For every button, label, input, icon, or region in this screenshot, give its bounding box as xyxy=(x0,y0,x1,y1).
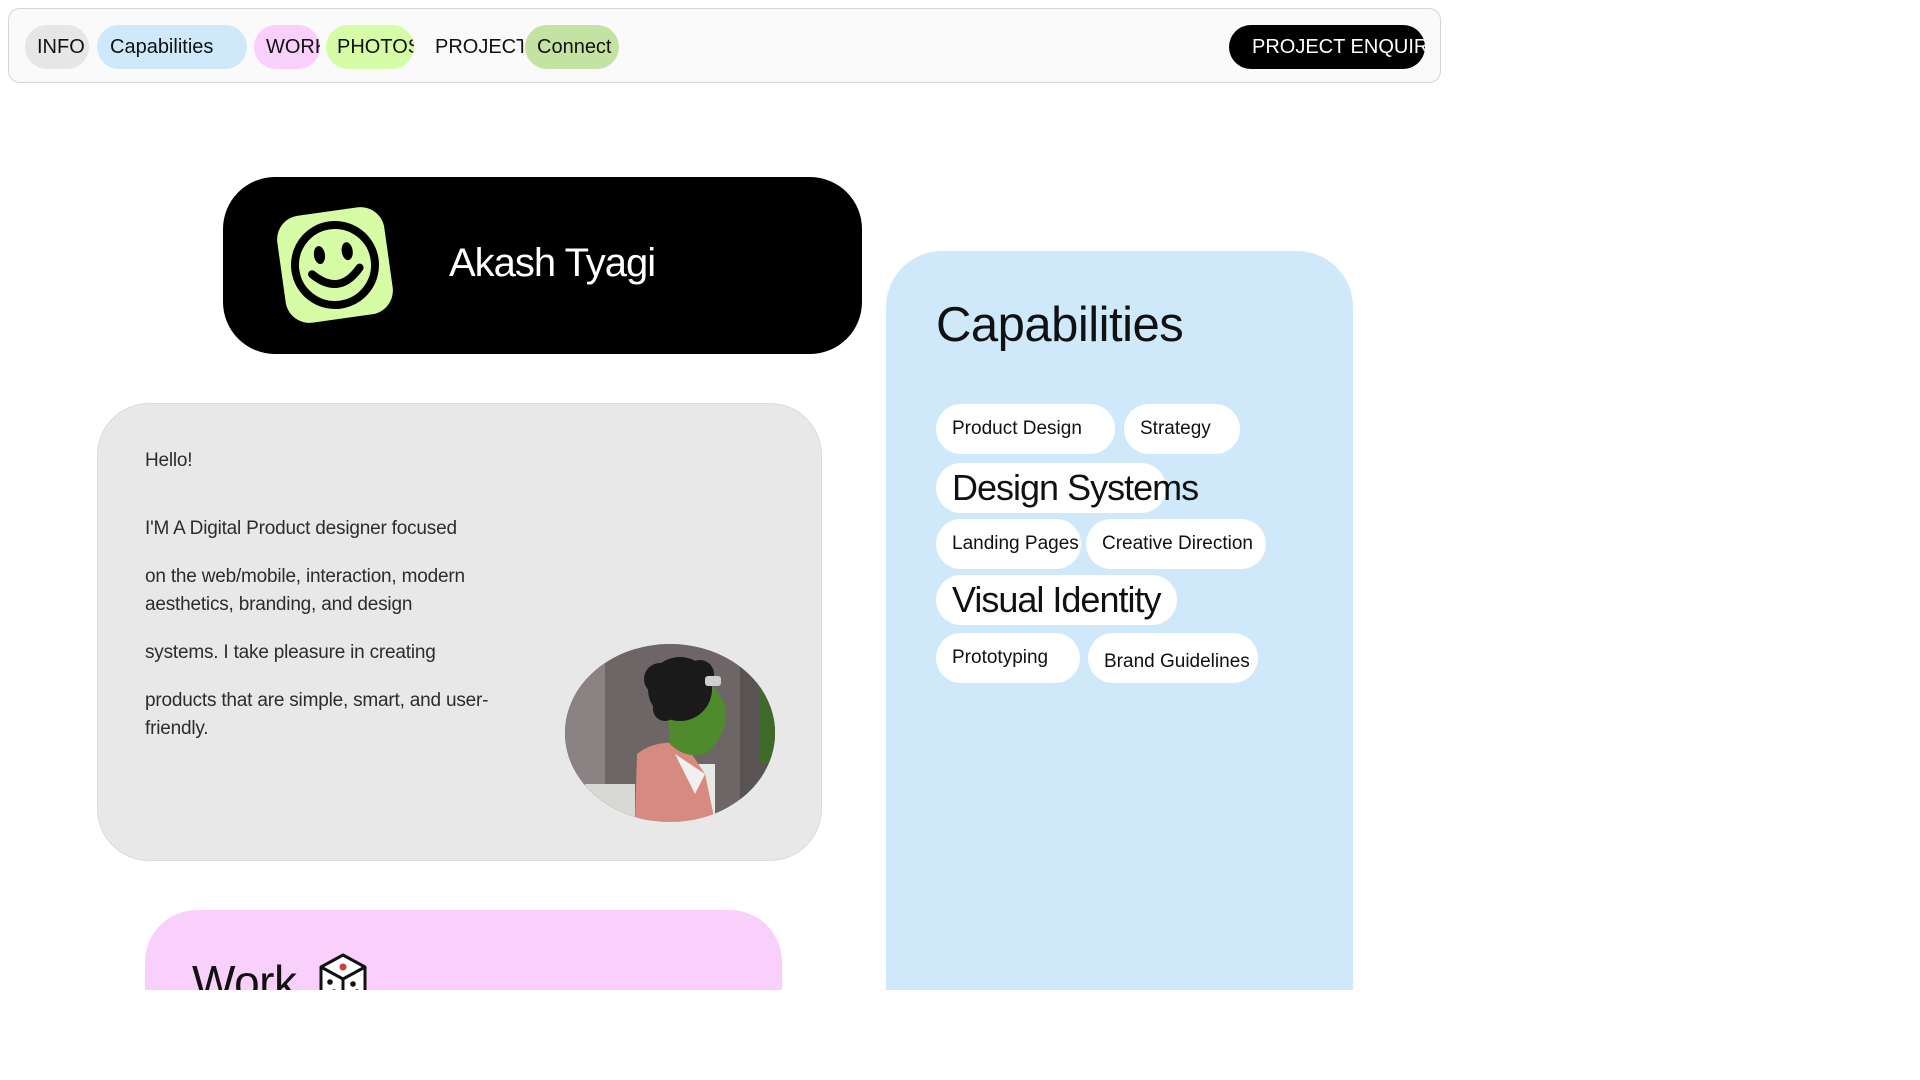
name-card: Akash Tyagi xyxy=(223,177,862,354)
capability-tag: Strategy xyxy=(1124,404,1240,454)
capability-tag: Landing Pages xyxy=(936,519,1081,569)
nav-info[interactable]: INFO xyxy=(25,25,89,69)
capability-tag: Brand Guidelines xyxy=(1088,633,1258,683)
nav-photos[interactable]: PHOTOS xyxy=(326,25,414,69)
capability-tag: Prototyping xyxy=(936,633,1080,683)
portfolio-page: INFO Capabilities WORK PHOTOS PROJECTS C… xyxy=(0,0,1920,1080)
avatar xyxy=(565,644,775,822)
capability-tag: Creative Direction xyxy=(1086,519,1266,569)
page-bottom-blank xyxy=(0,990,1920,1080)
intro-paragraph: systems. I take pleasure in creating xyxy=(145,642,436,663)
capability-tag: Design Systems xyxy=(936,463,1199,513)
intro-greeting: Hello! xyxy=(145,450,193,471)
smiley-face-icon xyxy=(275,205,395,325)
nav-work[interactable]: WORK xyxy=(254,25,320,69)
capabilities-title: Capabilities xyxy=(936,298,1184,352)
capability-tag: Product Design xyxy=(936,404,1115,454)
capabilities-card: Capabilities Product Design Strategy Des… xyxy=(886,251,1353,1051)
project-enquiry-button[interactable]: PROJECT ENQUIRY xyxy=(1229,25,1425,69)
nav-projects[interactable]: PROJECTS xyxy=(420,25,524,69)
capability-tag: Visual Identity xyxy=(936,575,1177,625)
nav-connect[interactable]: Connect xyxy=(525,25,619,69)
profile-name: Akash Tyagi xyxy=(449,241,656,285)
intro-paragraph: products that are simple, smart, and use… xyxy=(145,690,489,739)
nav-capabilities[interactable]: Capabilities xyxy=(97,25,247,69)
intro-paragraph: on the web/mobile, interaction, modern a… xyxy=(145,566,465,615)
top-navigation-bar: INFO Capabilities WORK PHOTOS PROJECTS C… xyxy=(8,8,1441,83)
intro-paragraph: I'M A Digital Product designer focused xyxy=(145,518,457,539)
intro-card: Hello! I'M A Digital Product designer fo… xyxy=(97,403,822,861)
